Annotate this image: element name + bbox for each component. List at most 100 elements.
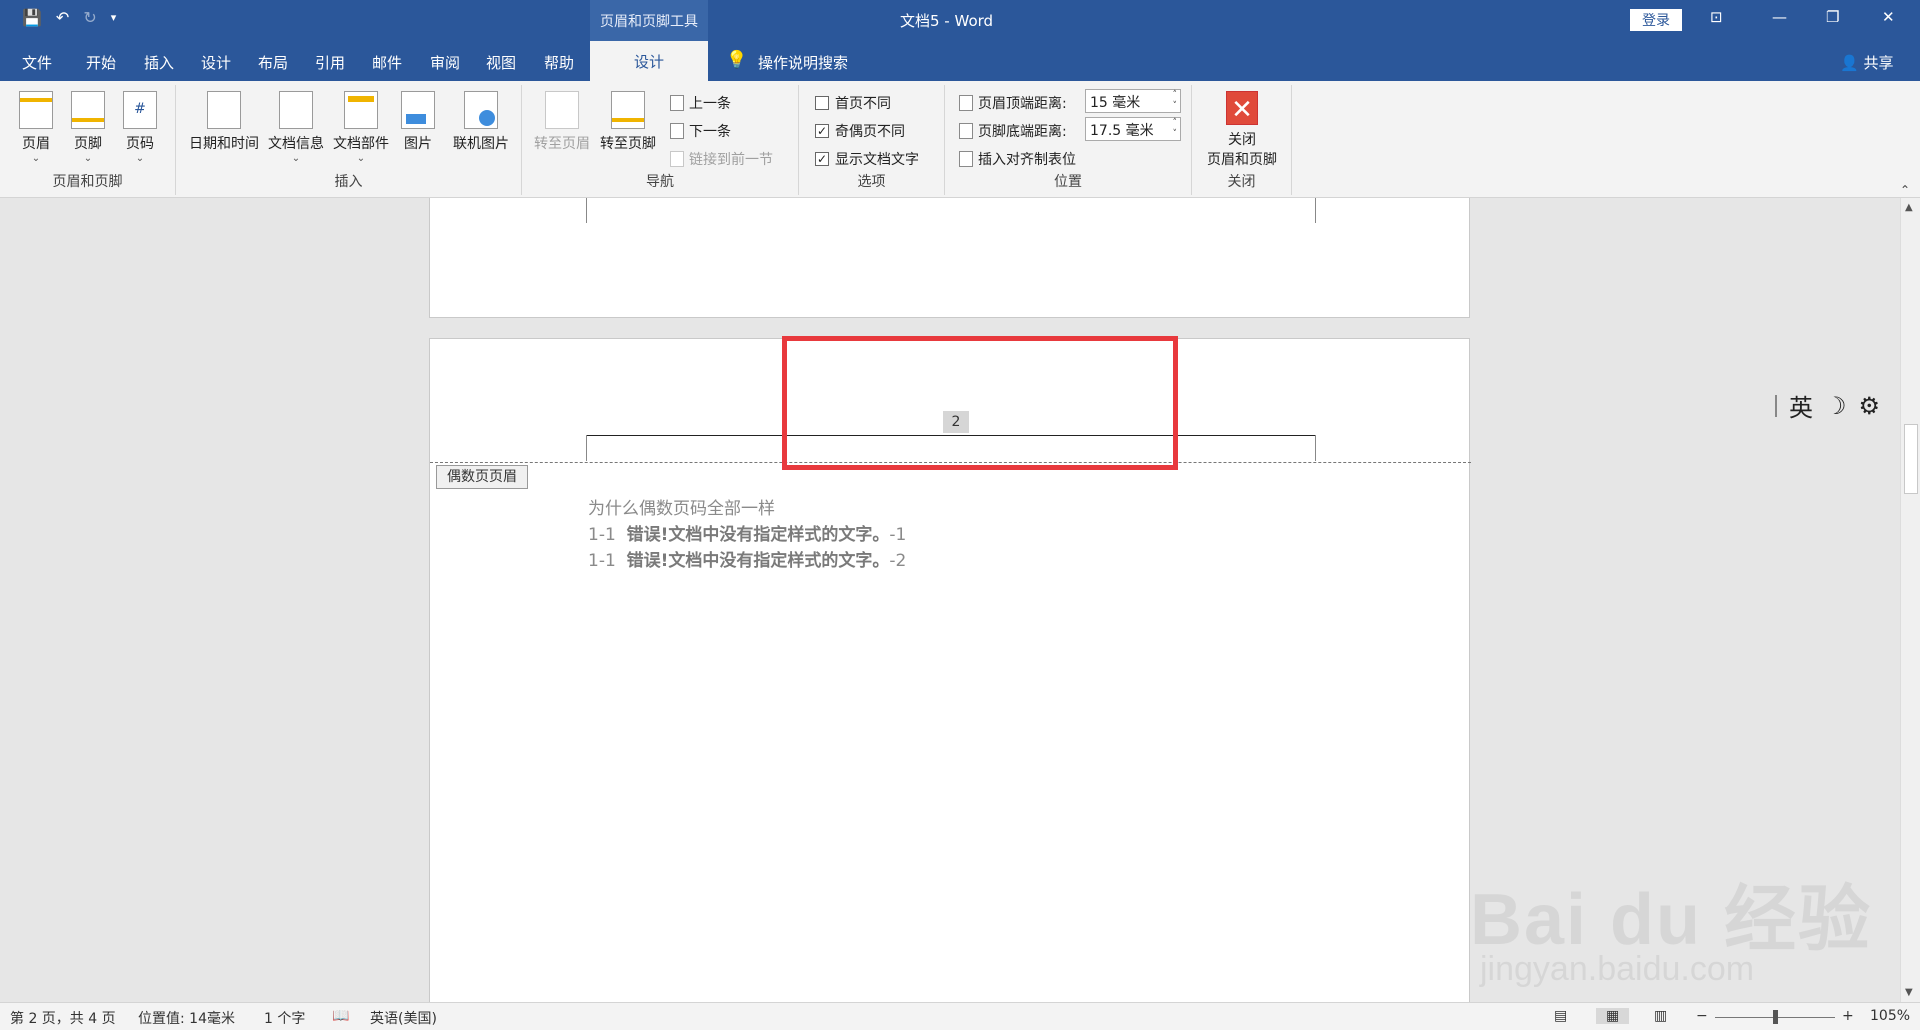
person-icon: 👤 bbox=[1840, 54, 1859, 72]
different-odd-even-box[interactable]: ✓ bbox=[815, 124, 829, 138]
goto-header-button[interactable]: 转至页眉 bbox=[532, 91, 592, 153]
show-doc-text-box[interactable]: ✓ bbox=[815, 152, 829, 166]
previous-icon bbox=[670, 95, 684, 111]
login-button[interactable]: 登录 bbox=[1630, 9, 1682, 31]
status-language[interactable]: 英语(美国) bbox=[370, 1008, 437, 1028]
datetime-button[interactable]: 日期和时间 bbox=[186, 91, 262, 153]
group-position: 页眉顶端距离: 15 毫米 ˄ ˅ 页脚底端距离: 17.5 毫米 ˄ ˅ 插入对齐… bbox=[945, 85, 1192, 195]
zoom-in-icon[interactable]: + bbox=[1842, 1008, 1854, 1024]
group-navigation: 转至页眉 转至页脚 上一条 下一条 链接到前一节 导航 bbox=[522, 85, 799, 195]
proofing-icon[interactable]: 📖 bbox=[332, 1008, 349, 1024]
tab-design[interactable]: 设计 bbox=[201, 52, 231, 73]
tab-file[interactable]: 文件 bbox=[22, 52, 52, 73]
tab-insert[interactable]: 插入 bbox=[144, 52, 174, 73]
restore-icon[interactable]: ❐ bbox=[1826, 8, 1839, 26]
picture-button[interactable]: 图片 bbox=[398, 91, 438, 153]
page-number-icon: # bbox=[123, 91, 157, 129]
zoom-level[interactable]: 105% bbox=[1870, 1008, 1910, 1024]
doc-line-error[interactable]: 1-1 错误!文档中没有指定样式的文字。-1 bbox=[588, 520, 906, 545]
scroll-down-icon[interactable]: ▼ bbox=[1905, 987, 1913, 998]
status-page[interactable]: 第 2 页，共 4 页 bbox=[10, 1008, 116, 1028]
footer-button[interactable]: 页脚 ⌄ bbox=[68, 91, 108, 164]
share-button[interactable]: 👤 共享 bbox=[1840, 52, 1893, 73]
redo-icon[interactable]: ↻ bbox=[83, 8, 96, 27]
zoom-slider-thumb[interactable] bbox=[1773, 1010, 1778, 1024]
tab-help[interactable]: 帮助 bbox=[544, 52, 574, 73]
next-icon bbox=[670, 123, 684, 139]
gear-icon[interactable]: ⚙ bbox=[1859, 392, 1881, 420]
online-picture-button[interactable]: 联机图片 bbox=[448, 91, 514, 153]
online-picture-label: 联机图片 bbox=[453, 136, 509, 152]
footer-from-bottom-input[interactable]: 17.5 毫米 ˄ ˅ bbox=[1085, 117, 1181, 141]
undo-icon[interactable]: ↶ bbox=[56, 8, 69, 27]
footer-icon bbox=[71, 91, 105, 129]
spinner-arrows-icon[interactable]: ˄ ˅ bbox=[1173, 90, 1178, 112]
collapse-ribbon-icon[interactable]: ⌃ bbox=[1900, 183, 1910, 197]
line-prefix: 1-1 bbox=[588, 525, 616, 545]
show-doc-text-checkbox[interactable]: ✓ 显示文档文字 bbox=[815, 149, 919, 169]
calendar-clock-icon bbox=[207, 91, 241, 129]
different-odd-even-label: 奇偶页不同 bbox=[835, 124, 905, 140]
ime-language[interactable]: 英 bbox=[1789, 388, 1813, 423]
picture-icon bbox=[401, 91, 435, 129]
group-label-insert: 插入 bbox=[334, 174, 363, 190]
scroll-thumb[interactable] bbox=[1904, 424, 1918, 494]
header-from-top-input[interactable]: 15 毫米 ˄ ˅ bbox=[1085, 89, 1181, 113]
qat-customize-icon[interactable]: ▾ bbox=[111, 11, 117, 24]
next-button[interactable]: 下一条 bbox=[670, 121, 731, 141]
tab-references[interactable]: 引用 bbox=[315, 52, 345, 73]
ribbon-display-icon[interactable]: ⊡ bbox=[1710, 8, 1723, 26]
different-first-page-checkbox[interactable]: 首页不同 bbox=[815, 93, 891, 113]
tab-layout[interactable]: 布局 bbox=[258, 52, 288, 73]
different-first-page-box[interactable] bbox=[815, 96, 829, 110]
close-window-icon[interactable]: ✕ bbox=[1882, 8, 1895, 26]
quickparts-label: 文档部件 bbox=[333, 136, 389, 152]
tab-mailings[interactable]: 邮件 bbox=[372, 52, 402, 73]
link-previous-label: 链接到前一节 bbox=[689, 152, 773, 168]
print-layout-icon[interactable]: ▦ bbox=[1596, 1008, 1630, 1024]
crop-mark bbox=[1315, 435, 1316, 461]
spinner-arrows-icon[interactable]: ˄ ˅ bbox=[1173, 118, 1178, 140]
tab-hf-design[interactable]: 设计 bbox=[590, 41, 708, 81]
picture-label: 图片 bbox=[404, 136, 432, 152]
document-area: 2 偶数页页眉 为什么偶数页码全部一样 1-1 错误!文档中没有指定样式的文字。… bbox=[0, 198, 1900, 1002]
tab-view[interactable]: 视图 bbox=[486, 52, 516, 73]
quickparts-button[interactable]: 文档部件 ⌄ bbox=[330, 91, 392, 164]
save-icon[interactable]: 💾 bbox=[22, 8, 42, 27]
doc-line-title[interactable]: 为什么偶数页码全部一样 bbox=[588, 494, 775, 519]
docinfo-button[interactable]: 文档信息 ⌄ bbox=[266, 91, 326, 164]
ime-drag-handle[interactable] bbox=[1775, 394, 1777, 417]
insert-align-tab-label: 插入对齐制表位 bbox=[978, 152, 1076, 168]
goto-footer-button[interactable]: 转至页脚 bbox=[598, 91, 658, 153]
vertical-scrollbar[interactable]: ▲ ▼ bbox=[1900, 198, 1920, 1002]
close-header-footer-button[interactable]: ✕ 关闭 页眉和页脚 bbox=[1200, 91, 1284, 169]
zoom-out-icon[interactable]: − bbox=[1696, 1008, 1708, 1024]
header-from-top-value: 15 毫米 bbox=[1090, 95, 1141, 111]
group-label-header-footer: 页眉和页脚 bbox=[52, 174, 123, 190]
status-position[interactable]: 位置值: 14毫米 bbox=[138, 1008, 235, 1028]
scroll-up-icon[interactable]: ▲ bbox=[1905, 202, 1913, 213]
previous-label: 上一条 bbox=[689, 96, 731, 112]
moon-icon[interactable]: ☽ bbox=[1825, 392, 1847, 420]
doc-line-error[interactable]: 1-1 错误!文档中没有指定样式的文字。-2 bbox=[588, 546, 906, 571]
different-odd-even-checkbox[interactable]: ✓ 奇偶页不同 bbox=[815, 121, 905, 141]
insert-align-tab-button[interactable]: 插入对齐制表位 bbox=[959, 149, 1076, 169]
header-button[interactable]: 页眉 ⌄ bbox=[16, 91, 56, 164]
tell-me-search[interactable]: 操作说明搜索 bbox=[758, 52, 848, 73]
share-label: 共享 bbox=[1863, 54, 1894, 72]
line-suffix: -2 bbox=[889, 551, 907, 571]
line-suffix: -1 bbox=[889, 525, 907, 545]
read-mode-icon[interactable]: ▤ bbox=[1554, 1008, 1567, 1024]
web-layout-icon[interactable]: ▥ bbox=[1654, 1008, 1667, 1024]
tab-review[interactable]: 审阅 bbox=[430, 52, 460, 73]
status-bar: 第 2 页，共 4 页 位置值: 14毫米 1 个字 📖 英语(美国) ▤ ▦ … bbox=[0, 1002, 1920, 1030]
previous-button[interactable]: 上一条 bbox=[670, 93, 731, 113]
ime-toolbar: 英 ☽ ⚙ bbox=[1775, 388, 1880, 423]
page-number-button[interactable]: # 页码 ⌄ bbox=[120, 91, 160, 164]
group-label-navigation: 导航 bbox=[646, 174, 674, 190]
link-previous-button[interactable]: 链接到前一节 bbox=[670, 149, 773, 169]
status-words[interactable]: 1 个字 bbox=[264, 1008, 305, 1028]
minimize-icon[interactable]: — bbox=[1772, 8, 1787, 26]
next-label: 下一条 bbox=[689, 124, 731, 140]
tab-home[interactable]: 开始 bbox=[86, 52, 116, 73]
